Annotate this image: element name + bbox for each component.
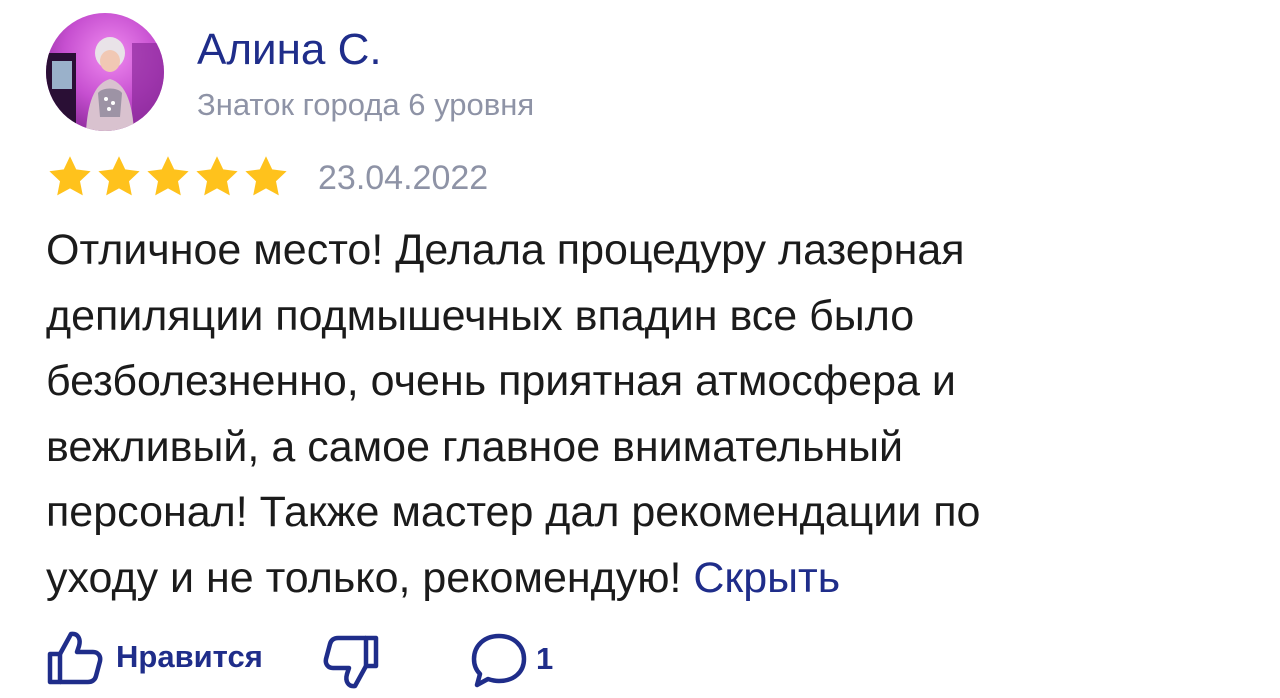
review-card: Алина С. Знаток города 6 уровня 23.04.20… xyxy=(0,0,1280,697)
rating-stars xyxy=(46,153,290,201)
review-text-line: Отличное место! Делала процедуру лазерна… xyxy=(46,226,965,274)
dislike-button[interactable] xyxy=(322,628,380,692)
avatar[interactable] xyxy=(46,13,164,131)
review-text-line: безболезненно, очень приятная атмосфера … xyxy=(46,357,956,405)
review-text-line: вежливый, а самое главное внимательный xyxy=(46,422,904,471)
author-level: Знаток города 6 уровня xyxy=(197,87,535,122)
review-text-line: депиляции подмышечных впадин все было xyxy=(46,291,915,340)
review-text-line: персонал! Также мастер дал рекомендации … xyxy=(46,488,981,536)
star-icon xyxy=(144,153,192,201)
like-button[interactable]: Нравится xyxy=(46,628,263,686)
thumbs-down-icon xyxy=(322,628,380,692)
author-name[interactable]: Алина С. xyxy=(197,24,382,76)
collapse-link[interactable]: Скрыть xyxy=(693,554,840,602)
star-icon xyxy=(193,153,241,201)
comments-button[interactable]: 1 xyxy=(468,628,553,690)
review-text: Отличное место! Делала процедуру лазерна… xyxy=(46,218,1236,611)
comment-bubble-icon xyxy=(468,628,530,690)
star-icon xyxy=(46,153,94,201)
review-text-last-line: уходу и не только, рекомендую! Скрыть xyxy=(46,546,1236,612)
user-photo-icon xyxy=(46,13,164,131)
thumbs-up-icon xyxy=(46,628,104,686)
star-icon xyxy=(95,153,143,201)
like-label: Нравится xyxy=(116,639,263,674)
review-date: 23.04.2022 xyxy=(318,159,489,197)
comment-count: 1 xyxy=(536,641,554,676)
star-icon xyxy=(242,153,290,201)
review-text-line: уходу и не только, рекомендую! xyxy=(46,553,694,602)
